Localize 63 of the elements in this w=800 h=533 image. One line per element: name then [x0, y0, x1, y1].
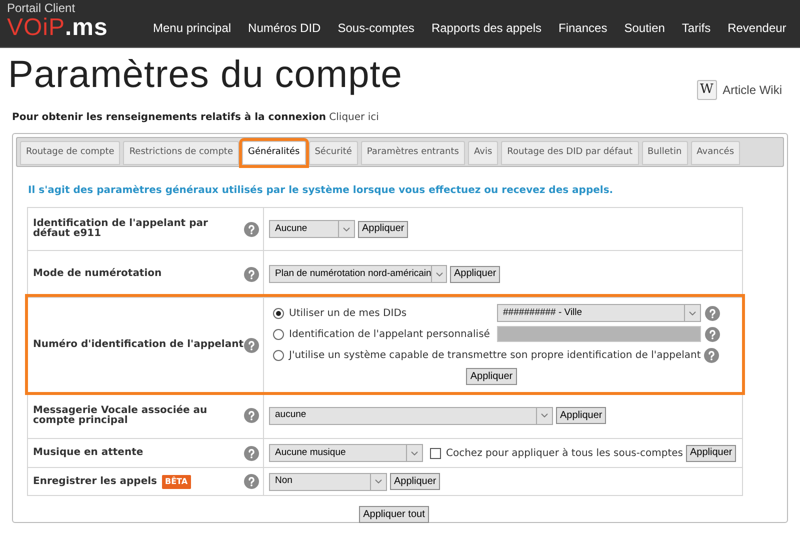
nav-link[interactable]: Soutien [624, 19, 665, 37]
help-icon[interactable] [705, 326, 720, 342]
login-info-link[interactable]: Cliquer ici [329, 112, 379, 123]
help-icon[interactable] [244, 266, 259, 282]
nav-link[interactable]: Numéros DID [248, 19, 321, 37]
tab[interactable]: Paramètres entrants [360, 141, 465, 165]
setting-label: Enregistrer les appels [33, 476, 157, 486]
nav-link[interactable]: Rapports des appels [431, 19, 542, 37]
setting-label: Numéro d'identification de l'appelant [33, 340, 244, 350]
setting-label: Messagerie Vocale associée au compte principal [33, 406, 208, 426]
help-icon[interactable] [244, 408, 259, 423]
dropdown[interactable]: ########## - Ville [497, 304, 701, 322]
help-icon[interactable] [244, 446, 259, 460]
wiki-icon: W [696, 80, 717, 100]
intro-text: Il s'agit des paramètres généraux utilisés par le système lorsque vous effectuez ou recevez des appels. [28, 184, 614, 198]
beta-badge: BÊTA [162, 474, 191, 488]
checkbox-label: Cochez pour appliquer à tous les sous-comptes [446, 446, 683, 460]
tab[interactable]: Avis [468, 141, 498, 165]
wiki-link[interactable]: W Article Wiki [696, 80, 782, 100]
apply-button[interactable]: Appliquer [556, 407, 606, 424]
logo[interactable]: VOiP.ms [7, 16, 150, 40]
portal-label: Portail Client [7, 2, 76, 14]
radio-label: J'utilise un système capable de transmettre son propre identification de l'appelant [289, 348, 701, 362]
apply-button[interactable]: Appliquer [358, 220, 408, 238]
dropdown[interactable]: Aucune [269, 220, 355, 238]
tab[interactable]: Bulletin [642, 141, 688, 165]
radio-label: Utiliser un de mes DIDs [289, 306, 408, 320]
dropdown[interactable]: Non [269, 472, 387, 490]
tab[interactable]: Avancés [690, 141, 740, 165]
dropdown[interactable]: Plan de numérotation nord-américain [269, 265, 447, 283]
page-title: Paramètres du compte [8, 56, 402, 94]
setting-label: Musique en attente [33, 448, 144, 458]
help-icon[interactable] [704, 348, 719, 362]
checkbox[interactable] [430, 448, 441, 458]
nav-link[interactable]: Revendeur [728, 19, 786, 37]
nav-link[interactable]: Tarifs [682, 19, 711, 37]
tab[interactable]: Généralités [242, 141, 306, 165]
setting-label: Mode de numérotation [33, 269, 162, 279]
dropdown[interactable]: Aucune musique [269, 444, 423, 462]
help-icon[interactable] [244, 474, 259, 489]
radio-button[interactable] [273, 350, 284, 360]
help-icon[interactable] [244, 222, 259, 236]
nav-link[interactable]: Menu principal [153, 19, 232, 37]
login-info-text: Pour obtenir les renseignements relatifs à la connexion Cliquer ici [11, 111, 380, 125]
apply-button[interactable]: Appliquer [466, 368, 517, 385]
dropdown[interactable]: aucune [269, 406, 553, 424]
apply-all-button[interactable]: Appliquer tout [359, 506, 429, 523]
apply-button[interactable]: Appliquer [390, 473, 440, 490]
nav-link[interactable]: Finances [558, 19, 608, 37]
tab[interactable]: Routage de compte [20, 141, 120, 165]
tab[interactable]: Restrictions de compte [123, 141, 239, 165]
help-icon[interactable] [705, 306, 720, 320]
radio-button[interactable] [273, 328, 284, 340]
help-icon[interactable] [244, 338, 259, 352]
setting-label: Identification de l'appelant par défaut e911 [33, 219, 209, 239]
wiki-link-label: Article Wiki [722, 82, 782, 99]
tab[interactable]: Routage des DID par défaut [501, 141, 638, 165]
apply-button[interactable]: Appliquer [686, 444, 736, 462]
radio-label: Identification de l'appelant personnalisé [289, 328, 491, 342]
apply-button[interactable]: Appliquer [450, 266, 500, 282]
nav-link[interactable]: Sous-comptes [338, 19, 414, 37]
radio-button[interactable] [273, 308, 284, 318]
tab[interactable]: Sécurité [308, 141, 358, 165]
